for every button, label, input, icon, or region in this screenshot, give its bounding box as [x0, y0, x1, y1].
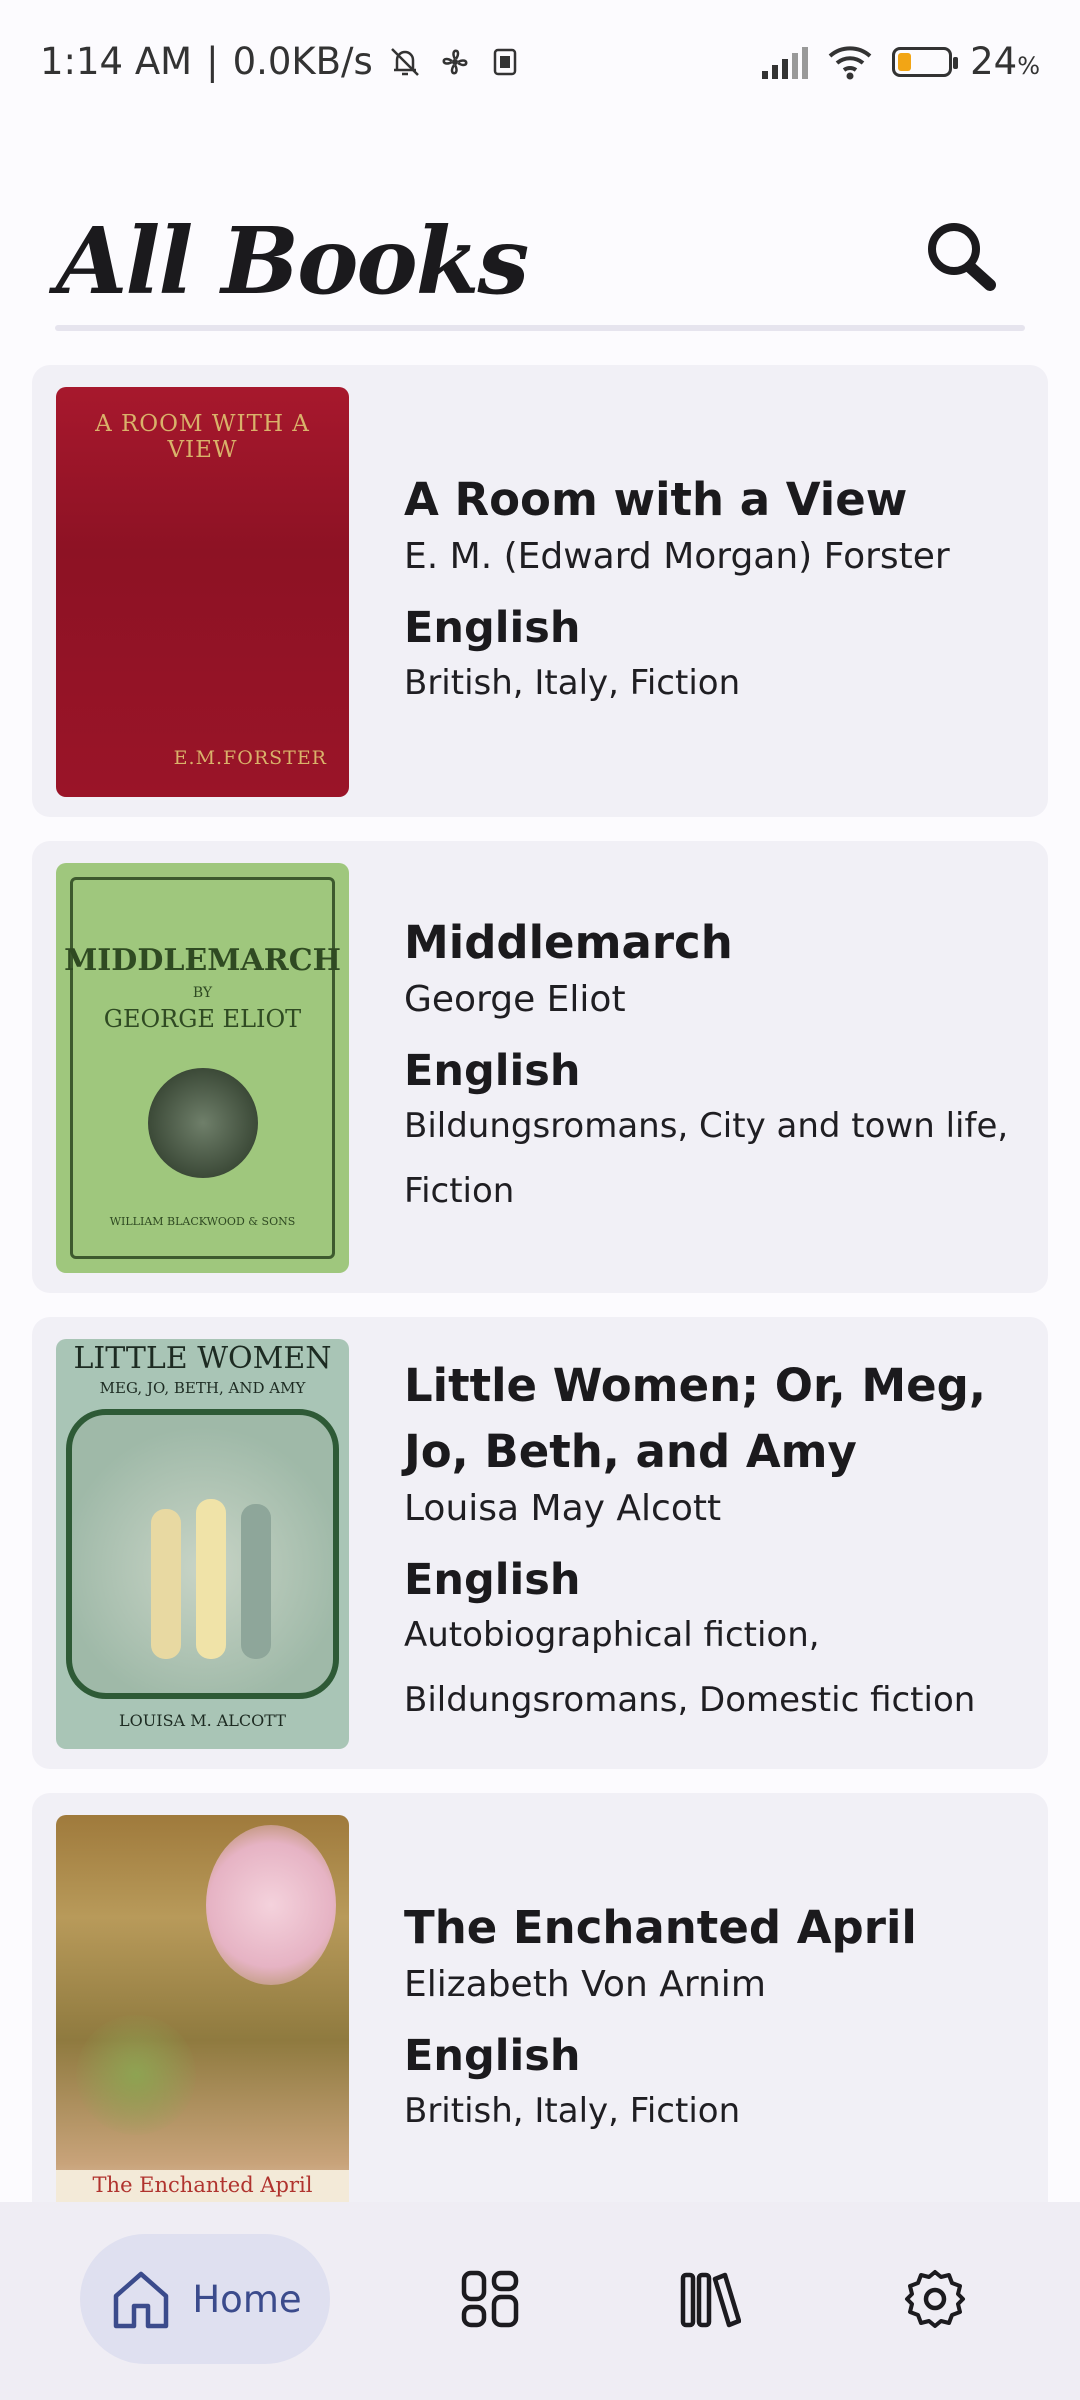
book-subjects: British, Italy, Fiction: [404, 2090, 741, 2131]
book-language: English: [404, 602, 581, 653]
book-language: English: [404, 1555, 581, 1605]
book-cover: The Enchanted April: [56, 1815, 349, 2225]
battery-icon: [892, 46, 959, 77]
book-title: A Room with a View: [404, 472, 908, 526]
book-info: The Enchanted April Elizabeth Von Arnim …: [404, 1793, 1018, 2245]
book-title: Little Women; Or, Meg, Jo, Beth, and Amy: [404, 1359, 986, 1478]
status-separator: |: [206, 40, 219, 83]
book-subjects: Autobiographical fiction, Bildungsromans…: [404, 1615, 976, 1720]
book-subjects: Bildungsromans, City and town life, Fict…: [404, 1106, 1009, 1211]
categories-icon: [461, 2270, 519, 2328]
book-author: Elizabeth Von Arnim: [404, 1963, 766, 2005]
nav-settings[interactable]: [885, 2234, 985, 2364]
book-language: English: [404, 2030, 581, 2081]
signal-icon: [762, 46, 809, 79]
battery-percent: 24%: [970, 40, 1040, 83]
library-icon: [680, 2272, 741, 2328]
status-time: 1:14 AM: [40, 40, 193, 83]
nav-home[interactable]: Home: [80, 2234, 330, 2364]
cover-title: MIDDLEMARCH: [64, 943, 341, 978]
book-title: Middlemarch: [404, 916, 733, 969]
book-card[interactable]: LITTLE WOMEN MEG, JO, BETH, AND AMY LOUI…: [32, 1317, 1048, 1769]
page-title: All Books: [56, 207, 529, 315]
search-icon[interactable]: [920, 215, 1004, 299]
status-bar: 1:14 AM | 0.0KB/s 24%: [0, 0, 1080, 130]
settings-icon: [905, 2270, 965, 2328]
cover-author: GEORGE ELIOT: [103, 1005, 302, 1033]
status-right: 24%: [760, 40, 1040, 83]
book-cover: A ROOM WITH A VIEW E.M.FORSTER: [56, 387, 349, 797]
cover-subtitle: MEG, JO, BETH, AND AMY: [99, 1379, 306, 1397]
book-subjects: British, Italy, Fiction: [404, 662, 741, 703]
book-cover: MIDDLEMARCH BY GEORGE ELIOT WILLIAM BLAC…: [56, 863, 349, 1273]
nav-library[interactable]: [660, 2234, 760, 2364]
book-info: Little Women; Or, Meg, Jo, Beth, and Amy…: [404, 1317, 1018, 1769]
book-title: The Enchanted April: [404, 1900, 917, 1954]
status-speed: 0.0KB/s: [232, 40, 373, 83]
cover-figure: [241, 1504, 271, 1659]
book-language: English: [404, 1046, 581, 1096]
cover-title: A ROOM WITH A VIEW: [95, 411, 310, 463]
header-divider: [55, 325, 1025, 331]
cover-blossoms: [206, 1825, 336, 1985]
book-cover: LITTLE WOMEN MEG, JO, BETH, AND AMY LOUI…: [56, 1339, 349, 1749]
nav-home-label: Home: [192, 2277, 302, 2321]
cover-title: The Enchanted April: [92, 2173, 313, 2197]
fan-icon: [442, 49, 468, 74]
nav-categories[interactable]: [440, 2234, 540, 2364]
app-header: All Books: [56, 195, 1024, 330]
cover-author: LOUISA M. ALCOTT: [119, 1711, 286, 1730]
cover-by: BY: [192, 985, 213, 1001]
home-icon: [114, 2271, 169, 2329]
cover-figure: [151, 1509, 181, 1659]
dual-sim-icon: [493, 48, 517, 75]
book-card[interactable]: The Enchanted April The Enchanted April …: [32, 1793, 1048, 2245]
book-author: E. M. (Edward Morgan) Forster: [404, 535, 950, 577]
book-list[interactable]: A ROOM WITH A VIEW E.M.FORSTER A Room wi…: [32, 365, 1048, 2269]
book-info: A Room with a View E. M. (Edward Morgan)…: [404, 365, 1018, 817]
book-card[interactable]: A ROOM WITH A VIEW E.M.FORSTER A Room wi…: [32, 365, 1048, 817]
cover-figure: [196, 1499, 226, 1659]
cover-illustration: [148, 1068, 258, 1178]
status-left: 1:14 AM | 0.0KB/s: [40, 40, 523, 83]
cover-title: LITTLE WOMEN: [73, 1341, 332, 1376]
book-author: George Eliot: [404, 979, 626, 1020]
cover-publisher: WILLIAM BLACKWOOD & SONS: [109, 1215, 296, 1228]
wifi-icon: [828, 45, 872, 79]
book-info: Middlemarch George Eliot English Bildung…: [404, 841, 1018, 1293]
book-card[interactable]: MIDDLEMARCH BY GEORGE ELIOT WILLIAM BLAC…: [32, 841, 1048, 1293]
cover-foliage: [76, 2015, 196, 2135]
book-author: Louisa May Alcott: [404, 1488, 722, 1529]
bottom-navigation: Home: [0, 2202, 1080, 2400]
mute-icon: [390, 47, 419, 76]
cover-author: E.M.FORSTER: [173, 747, 327, 769]
